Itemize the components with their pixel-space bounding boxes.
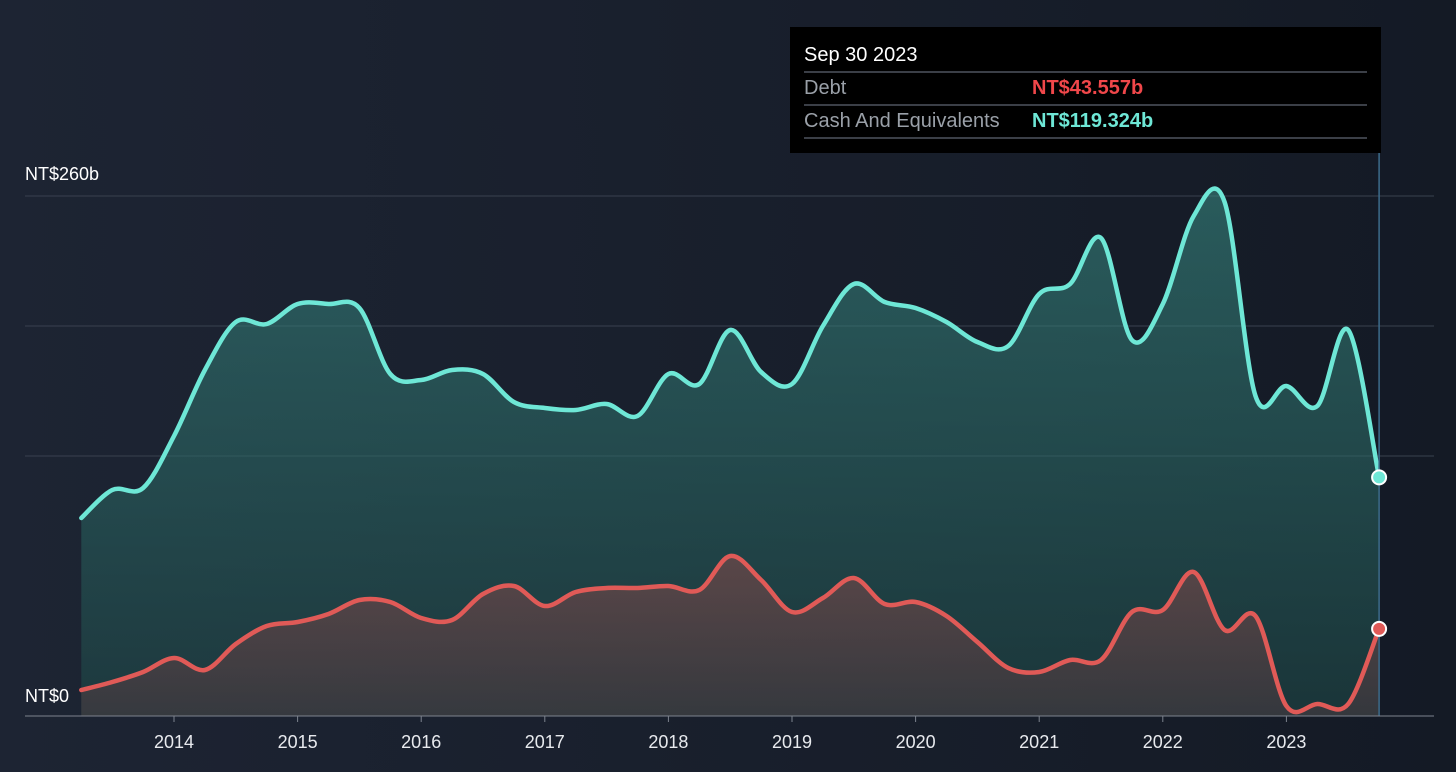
x-tick-label: 2019 <box>772 732 812 752</box>
tooltip-row-debt: Debt NT$43.557b <box>804 73 1367 106</box>
tooltip-row-cash: Cash And Equivalents NT$119.324b <box>804 106 1367 139</box>
x-tick-label: 2014 <box>154 732 194 752</box>
tooltip-series-value: NT$119.324b <box>1032 110 1154 132</box>
x-tick-label: 2022 <box>1143 732 1183 752</box>
x-tick-label: 2021 <box>1019 732 1059 752</box>
tooltip-series-name: Cash And Equivalents <box>804 110 1000 132</box>
x-tick-label: 2020 <box>896 732 936 752</box>
y-axis-top-label: NT$260b <box>25 164 99 184</box>
x-tick-label: 2023 <box>1266 732 1306 752</box>
x-tick-label: 2015 <box>278 732 318 752</box>
cash-end-marker <box>1371 469 1388 486</box>
debt-cash-chart: 2014 2015 2016 2017 2018 2019 2020 2021 2022 2023… <box>0 0 1456 772</box>
tooltip-date: Sep 30 2023 <box>804 43 1367 73</box>
debt-end-marker <box>1371 620 1388 637</box>
x-tick-label: 2018 <box>648 732 688 752</box>
hover-tooltip: Sep 30 2023 Debt NT$43.557b Cash And Equ… <box>790 27 1381 153</box>
tooltip-series-name: Debt <box>804 77 847 99</box>
tooltip-series-value: NT$43.557b <box>1032 77 1144 99</box>
y-axis-bottom-label: NT$0 <box>25 686 69 706</box>
x-tick-label: 2017 <box>525 732 565 752</box>
x-tick-label: 2016 <box>401 732 441 752</box>
